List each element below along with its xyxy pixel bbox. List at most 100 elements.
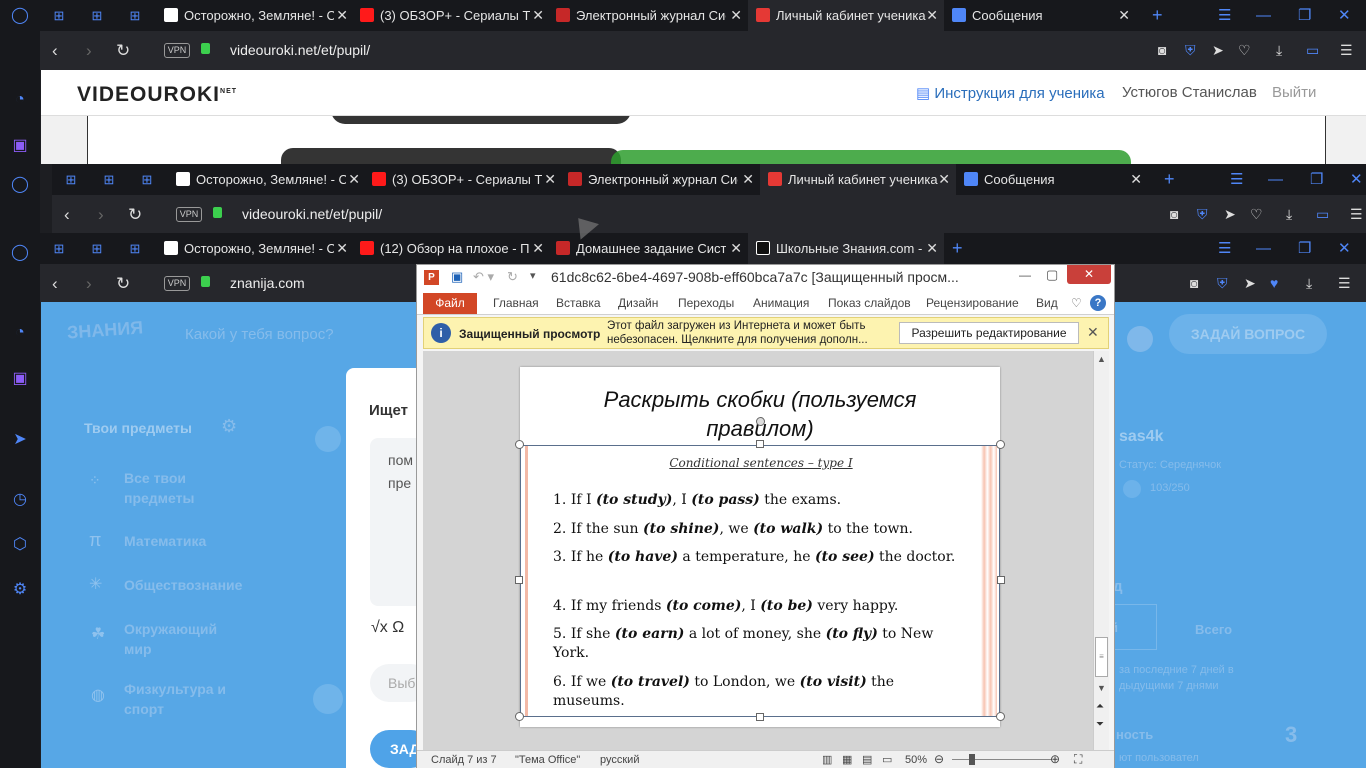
browser-logo-icon-3[interactable]: ◯ [10,243,30,263]
tab-zemlyane[interactable]: Осторожно, Земляне! - Се ✕ [158,233,354,264]
back-icon[interactable]: ‹ [64,195,70,234]
ribbon-collapse-icon[interactable]: ♡ [1071,291,1082,315]
gamepad-icon[interactable]: ⊞ [132,164,162,195]
gamepad-icon[interactable]: ⊞ [82,233,112,264]
forward-icon[interactable]: › [86,264,92,303]
gamepad-icon[interactable]: ⊞ [120,233,150,264]
close-tab-icon[interactable]: ✕ [1130,164,1142,195]
resize-handle[interactable] [997,576,1005,584]
reload-icon[interactable]: ↻ [128,195,142,234]
camera-icon[interactable]: ◙ [1170,195,1178,234]
tab-e-journal[interactable]: Электронный журнал Сис ✕ [550,0,748,31]
shield-icon[interactable]: ⛨ [1217,264,1228,303]
close-window-icon[interactable]: ✕ [1338,233,1351,264]
tab-pupil-cabinet[interactable]: Личный кабинет ученика ✕ [748,0,944,31]
tab-e-journal[interactable]: Электронный журнал Сис ✕ [562,164,760,195]
heart-icon[interactable]: ♥ [1270,264,1278,303]
instructions-link[interactable]: ▤ Инструкция для ученика [916,84,1105,102]
cube-icon[interactable]: ⬡ [10,535,30,555]
resize-handle[interactable] [515,712,524,721]
gamepad-icon[interactable]: ⊞ [44,233,74,264]
slide[interactable]: Раскрыть скобки (пользуемся правилом) Co… [515,367,1005,727]
minimize-icon[interactable]: — [1256,0,1271,31]
powerpoint-icon[interactable]: P [424,270,439,285]
close-window-icon[interactable]: ✕ [1338,0,1351,31]
heart-icon[interactable]: ♡ [1250,195,1263,234]
rotate-handle[interactable] [756,417,765,426]
resize-handle[interactable] [996,712,1005,721]
close-bar-icon[interactable]: ✕ [1087,324,1099,341]
protected-view-text[interactable]: Этот файл загружен из Интернета и может … [607,320,865,332]
close-tab-icon[interactable]: ✕ [1118,0,1130,31]
close-window-icon[interactable]: ✕ [1350,164,1363,195]
new-tab-button[interactable]: + [1152,0,1163,31]
vertical-scrollbar[interactable]: ▲ ≡ ▼ ⏶ ⏷ [1093,351,1109,751]
ribbon-tab-design[interactable]: Дизайн [618,291,658,315]
zoom-slider-thumb[interactable] [969,754,975,765]
close-tab-icon[interactable]: ✕ [742,164,754,195]
close-tab-icon[interactable]: ✕ [730,0,742,31]
close-tab-icon[interactable]: ✕ [544,164,556,195]
history-icon[interactable]: ◷ [10,490,30,510]
tab-zemlyane[interactable]: Осторожно, Земляне! - Се ✕ [158,0,354,31]
vpn-badge[interactable]: VPN [176,207,202,222]
url-text[interactable]: videouroki.net/et/pupil/ [230,31,370,70]
tab-messages[interactable]: Сообщения ✕ [958,164,1148,195]
search-input[interactable]: Какой у тебя вопрос? [185,326,334,343]
scroll-up-icon[interactable]: ▲ [1097,354,1106,364]
camera-icon[interactable]: ◙ [1190,264,1198,303]
minimize-icon[interactable]: — [1268,164,1283,195]
url-text[interactable]: znanija.com [230,264,305,303]
download-icon[interactable]: ⤓ [1286,195,1292,234]
zoom-in-icon[interactable]: ⊕ [1050,752,1060,766]
zoom-out-icon[interactable]: ⊖ [934,752,944,766]
ribbon-tab-slideshow[interactable]: Показ слайдов [828,291,911,315]
vpn-badge[interactable]: VPN [164,276,190,291]
ribbon-tab-file[interactable]: Файл [423,293,477,314]
normal-view-icon[interactable]: ▥ [822,753,832,766]
browser-logo-icon-2[interactable]: ◯ [10,175,30,195]
ppt-close-button[interactable]: ✕ [1067,265,1111,284]
close-tab-icon[interactable]: ✕ [730,233,742,264]
redo-icon[interactable]: ↻ [507,269,518,285]
back-icon[interactable]: ‹ [52,264,58,303]
ribbon-tab-view[interactable]: Вид [1036,291,1058,315]
speed-dial-icon[interactable]: ◔ [10,90,30,110]
send-icon[interactable]: ➤ [10,430,30,450]
reading-view-icon[interactable]: ▤ [862,753,872,766]
resize-handle[interactable] [756,713,764,721]
heart-icon[interactable]: ♡ [1238,31,1251,70]
close-tab-icon[interactable]: ✕ [532,0,544,31]
ribbon-tab-transitions[interactable]: Переходы [678,291,734,315]
resize-handle[interactable] [515,576,523,584]
gamepad-icon[interactable]: ⊞ [120,0,150,31]
ribbon-tab-animation[interactable]: Анимация [753,291,809,315]
resize-handle[interactable] [515,440,524,449]
vpn-badge[interactable]: VPN [164,43,190,58]
close-tab-icon[interactable]: ✕ [336,0,348,31]
scroll-thumb[interactable]: ≡ [1095,637,1108,677]
tab-youtube-review[interactable]: (12) Обзор на плохое - Па ✕ [354,233,550,264]
settings-icon[interactable]: ⚙ [10,580,30,600]
shield-icon[interactable]: ⛨ [1197,195,1208,234]
help-icon[interactable]: ? [1090,295,1106,311]
reload-icon[interactable]: ↻ [116,264,130,303]
download-icon[interactable]: ⤓ [1306,264,1312,303]
sorter-view-icon[interactable]: ▦ [842,753,852,766]
close-tab-icon[interactable]: ✕ [926,0,938,31]
status-language[interactable]: русский [600,754,639,766]
forward-icon[interactable]: › [86,31,92,70]
browser-logo-icon[interactable]: ◯ [10,6,30,26]
battery-icon[interactable]: ▭ [1316,195,1329,234]
tab-all[interactable]: Всего [1195,622,1232,637]
maximize-icon[interactable]: ❐ [1298,0,1311,31]
tab-zemlyane[interactable]: Осторожно, Земляне! - Се ✕ [170,164,366,195]
gamepad-icon[interactable]: ⊞ [82,0,112,31]
slide-image-frame[interactable]: Conditional sentences – type I 1. If I (… [520,445,1000,717]
share-icon[interactable]: ➤ [1224,195,1236,234]
gamepad-icon[interactable]: ⊞ [56,164,86,195]
ppt-maximize-icon[interactable]: ▢ [1046,267,1058,283]
sidebar-item-math[interactable]: Математика [124,533,206,549]
slideshow-view-icon[interactable]: ▭ [882,753,892,766]
battery-icon[interactable]: ▭ [1306,31,1319,70]
